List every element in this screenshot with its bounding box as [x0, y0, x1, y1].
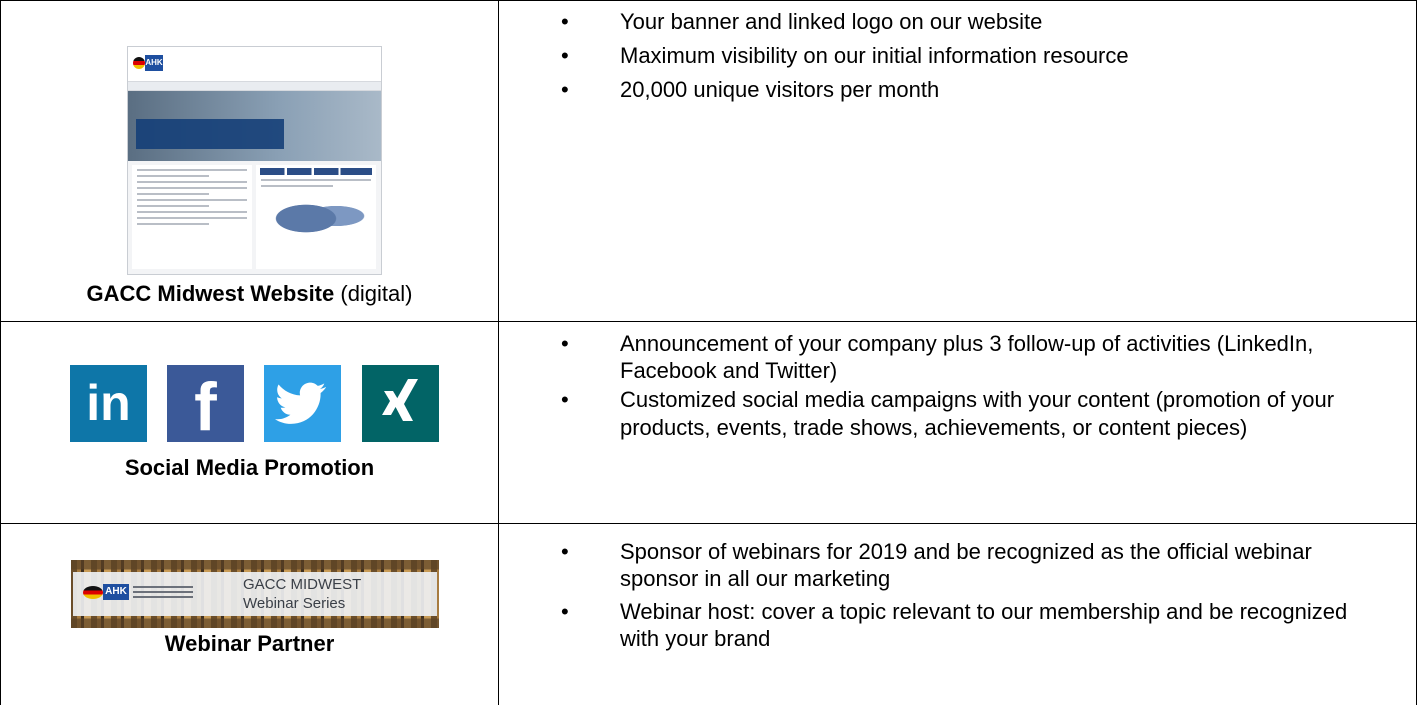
ahk-logo-text: AHK [103, 584, 129, 600]
website-caption: GACC Midwest Website (digital) [1, 281, 498, 307]
website-header: AHK [128, 47, 381, 81]
list-item: Webinar host: cover a topic relevant to … [499, 598, 1416, 652]
webinar-caption: Webinar Partner [1, 631, 498, 657]
list-item: Announcement of your company plus 3 foll… [499, 330, 1416, 384]
row-social-right-cell: Announcement of your company plus 3 foll… [499, 322, 1416, 523]
list-item: Maximum visibility on our initial inform… [499, 42, 1416, 69]
xing-icon [362, 365, 439, 442]
social-caption: Social Media Promotion [1, 455, 498, 481]
ahk-logo-text: AHK [145, 55, 163, 71]
map-image [266, 191, 366, 241]
list-item: Customized social media campaigns with y… [499, 386, 1416, 442]
ahk-subtitle-lines [133, 586, 193, 601]
row-webinar-right-cell: Sponsor of webinars for 2019 and be reco… [499, 524, 1416, 705]
social-icons: in f [70, 365, 440, 445]
website-caption-rest: (digital) [334, 281, 413, 306]
offering-table: AHK GACC Midwest Website (digital) • You… [0, 0, 1417, 705]
website-nav-bar [128, 81, 381, 91]
twitter-icon [264, 365, 341, 442]
webinar-benefits-list: Sponsor of webinars for 2019 and be reco… [499, 538, 1416, 652]
website-right-column [256, 165, 376, 269]
list-item: Your banner and linked logo on our websi… [499, 8, 1416, 35]
webinar-banner: AHK GACC MIDWEST Webinar Series [71, 560, 439, 628]
website-hero-banner [136, 119, 284, 149]
website-caption-bold: GACC Midwest Website [86, 281, 335, 306]
linkedin-icon: in [70, 365, 147, 442]
ahk-logo: AHK [133, 55, 163, 73]
social-benefits-list: Announcement of your company plus 3 foll… [499, 330, 1416, 442]
website-left-column [132, 165, 252, 269]
website-hero-image [128, 91, 381, 161]
list-item: Sponsor of webinars for 2019 and be reco… [499, 538, 1416, 592]
flag-icon [83, 586, 103, 599]
facebook-icon: f [167, 365, 244, 445]
row-website-right-cell: Your banner and linked logo on our websi… [499, 1, 1416, 321]
list-item: 20,000 unique visitors per month [499, 76, 1416, 103]
webinar-banner-subtitle: Webinar Series [243, 595, 346, 612]
webinar-banner-title: GACC MIDWEST [243, 576, 362, 593]
webinar-caption-bold: Webinar Partner [164, 631, 335, 656]
flag-icon [133, 57, 145, 69]
social-caption-bold: Social Media Promotion [124, 455, 375, 480]
website-screenshot: AHK [127, 46, 382, 275]
webinar-banner-plate: AHK GACC MIDWEST Webinar Series [73, 572, 437, 616]
row-website-left-cell: AHK GACC Midwest Website (digital) [1, 1, 498, 321]
website-benefits-list: Your banner and linked logo on our websi… [499, 8, 1416, 103]
